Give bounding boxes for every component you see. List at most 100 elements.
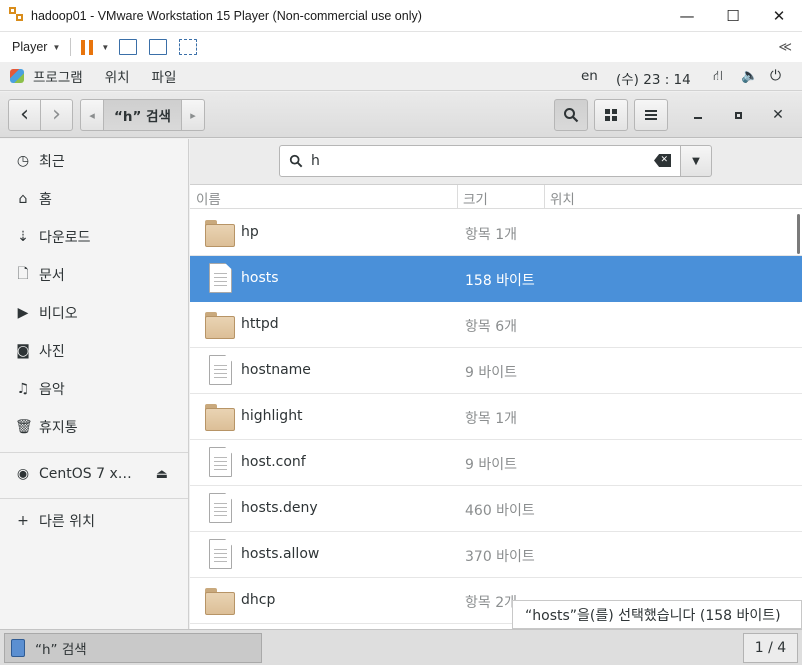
sidebar-item-label: 비디오 bbox=[39, 306, 78, 322]
camera-icon: ◙ bbox=[16, 343, 30, 359]
search-options-button[interactable]: ▼ bbox=[680, 145, 712, 177]
sidebar-item-home[interactable]: ⌂ 홈 bbox=[0, 182, 188, 216]
chevron-left-icon: ‹ bbox=[20, 102, 29, 127]
applications-icon[interactable] bbox=[10, 69, 24, 83]
send-ctrl-alt-del-icon[interactable] bbox=[119, 39, 138, 55]
file-row[interactable]: highlight 항목 1개 bbox=[190, 394, 802, 440]
menu-files[interactable]: 파일 bbox=[152, 66, 177, 86]
maximize-button[interactable]: ☐ bbox=[710, 0, 756, 31]
chevron-down-icon[interactable]: ▼ bbox=[101, 43, 109, 52]
clock[interactable]: (수) 23 : 14 bbox=[616, 68, 691, 88]
forward-button[interactable]: › bbox=[40, 99, 73, 131]
file-row[interactable]: httpd 항목 6개 bbox=[190, 302, 802, 348]
network-icon[interactable]: ⛙ bbox=[713, 68, 723, 86]
file-row[interactable]: host.conf 9 바이트 bbox=[190, 440, 802, 486]
file-row[interactable]: hosts.allow 370 바이트 bbox=[190, 532, 802, 578]
search-input[interactable]: h ✕ bbox=[279, 145, 681, 177]
column-location[interactable]: 위치 bbox=[550, 188, 575, 208]
sidebar-item-recent[interactable]: ◷ 최근 bbox=[0, 144, 188, 178]
maximize-icon bbox=[734, 111, 742, 119]
file-name: hp bbox=[241, 224, 259, 240]
player-menu[interactable]: Player bbox=[12, 40, 47, 54]
collapse-toolbar-icon[interactable]: ≪ bbox=[778, 39, 792, 55]
search-toggle-button[interactable] bbox=[554, 99, 588, 131]
download-icon: ⇣ bbox=[17, 229, 29, 245]
file-row[interactable]: hostname 9 바이트 bbox=[190, 348, 802, 394]
file-name: hosts.allow bbox=[241, 546, 320, 562]
file-size: 158 바이트 bbox=[465, 273, 535, 289]
sidebar-item-downloads[interactable]: ⇣ 다운로드 bbox=[0, 220, 188, 254]
file-size: 9 바이트 bbox=[465, 365, 517, 381]
search-icon bbox=[289, 154, 303, 168]
sidebar-item-device[interactable]: ◉ CentOS 7 x… ⏏ bbox=[0, 457, 188, 491]
file-name: dhcp bbox=[241, 592, 276, 608]
search-bar: h ✕ ▼ bbox=[190, 139, 802, 185]
unity-icon[interactable] bbox=[179, 39, 198, 55]
fit-guest-icon[interactable] bbox=[149, 39, 168, 55]
vmware-logo-icon bbox=[9, 6, 27, 25]
window-maximize-button[interactable] bbox=[722, 99, 754, 131]
home-icon: ⌂ bbox=[18, 191, 28, 207]
minimize-button[interactable]: — bbox=[664, 0, 710, 31]
volume-icon[interactable]: 🔈 bbox=[741, 68, 758, 84]
sidebar-item-label: 문서 bbox=[39, 268, 65, 284]
sidebar-divider bbox=[0, 452, 188, 453]
text-file-icon bbox=[209, 493, 232, 523]
video-icon: ▶ bbox=[17, 305, 29, 321]
workspace-pager[interactable]: 1 / 4 bbox=[743, 633, 798, 663]
breadcrumb-search[interactable]: “h” 검색 bbox=[103, 99, 182, 131]
chevron-down-icon: ▼ bbox=[692, 155, 700, 167]
sidebar-item-trash[interactable]: 🗑 휴지통 bbox=[0, 410, 188, 444]
menu-places[interactable]: 위치 bbox=[105, 66, 130, 86]
document-icon: 🗋 bbox=[17, 266, 29, 282]
music-icon: ♫ bbox=[16, 381, 30, 397]
menu-button[interactable] bbox=[634, 99, 668, 131]
column-name[interactable]: 이름 bbox=[196, 188, 221, 208]
recent-icon: ◷ bbox=[16, 153, 30, 169]
plus-icon: + bbox=[17, 513, 29, 529]
file-size: 항목 6개 bbox=[465, 319, 517, 335]
text-file-icon bbox=[209, 263, 232, 293]
minimize-icon bbox=[694, 117, 702, 119]
back-button[interactable]: ‹ bbox=[8, 99, 41, 131]
arrow-right-icon: ▸ bbox=[190, 108, 196, 122]
clear-search-icon[interactable]: ✕ bbox=[654, 154, 671, 167]
file-size: 9 바이트 bbox=[465, 457, 517, 473]
sidebar-item-music[interactable]: ♫ 음악 bbox=[0, 372, 188, 406]
search-query: h bbox=[311, 153, 320, 169]
eject-icon[interactable]: ⏏ bbox=[156, 467, 168, 482]
column-size[interactable]: 크기 bbox=[463, 188, 488, 208]
close-button[interactable]: ✕ bbox=[756, 0, 802, 31]
sidebar-item-other-locations[interactable]: + 다른 위치 bbox=[0, 504, 188, 538]
sidebar-item-label: 다른 위치 bbox=[39, 514, 95, 530]
sidebar-item-documents[interactable]: 🗋 문서 bbox=[0, 258, 188, 292]
column-header: 이름 크기 위치 bbox=[190, 185, 802, 209]
window-minimize-button[interactable] bbox=[682, 99, 714, 131]
column-divider bbox=[457, 185, 458, 209]
sidebar-divider bbox=[0, 498, 188, 499]
chevron-down-icon[interactable]: ▼ bbox=[52, 43, 60, 52]
file-size: 460 바이트 bbox=[465, 503, 535, 519]
file-view: h ✕ ▼ 이름 크기 위치 hp 항목 1개 hosts 158 바이트 ht… bbox=[190, 139, 802, 629]
toolbar-divider bbox=[70, 38, 72, 56]
file-row[interactable]: hosts 158 바이트 bbox=[190, 256, 802, 302]
input-language[interactable]: en bbox=[581, 68, 598, 84]
breadcrumb-right-button[interactable]: ▸ bbox=[181, 99, 205, 131]
window-close-button[interactable]: ✕ bbox=[762, 99, 794, 131]
scrollbar[interactable] bbox=[797, 214, 800, 254]
power-icon[interactable]: ⏻ bbox=[770, 68, 781, 84]
file-name: host.conf bbox=[241, 454, 306, 470]
folder-icon bbox=[205, 310, 235, 340]
sidebar-item-pictures[interactable]: ◙ 사진 bbox=[0, 334, 188, 368]
pause-icon[interactable] bbox=[81, 39, 94, 55]
menu-applications[interactable]: 프로그램 bbox=[33, 66, 83, 86]
file-row[interactable]: hosts.deny 460 바이트 bbox=[190, 486, 802, 532]
text-file-icon bbox=[209, 355, 232, 385]
search-location-label: “h” 검색 bbox=[114, 109, 171, 125]
taskbar-window-button[interactable]: “h” 검색 bbox=[4, 633, 262, 663]
file-row[interactable]: hp 항목 1개 bbox=[190, 210, 802, 256]
sidebar-item-label: 최근 bbox=[39, 154, 65, 170]
view-grid-button[interactable] bbox=[594, 99, 628, 131]
breadcrumb-left-button[interactable]: ◂ bbox=[80, 99, 104, 131]
sidebar-item-videos[interactable]: ▶ 비디오 bbox=[0, 296, 188, 330]
